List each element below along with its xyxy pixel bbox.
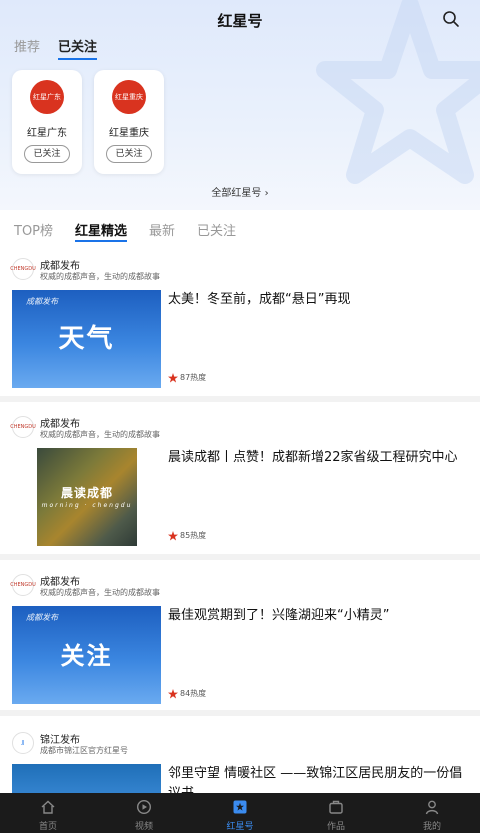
source-avatar: CHENGDU <box>10 574 36 596</box>
nav-home[interactable]: 首页 <box>0 793 96 833</box>
nav-profile[interactable]: 我的 <box>384 793 480 833</box>
all-accounts-label: 全部红星号 <box>211 188 262 199</box>
chevron-right-icon: › <box>261 188 269 199</box>
account-logo: 红星重庆 <box>112 80 146 114</box>
thumbnail-title: 关注 <box>60 642 113 670</box>
article-thumbnail: 晨读成都 morning · chengdu <box>37 448 137 546</box>
article-headline: 晨读成都丨点赞！成都新增22家省级工程研究中心 <box>168 450 458 465</box>
home-icon <box>41 800 55 814</box>
profile-icon <box>425 800 439 815</box>
nav-label: 视频 <box>134 822 153 832</box>
article-thumbnail: 成都发布 天气 <box>12 290 161 388</box>
heat-value: 87热度 <box>180 373 207 382</box>
nav-video[interactable]: 视频 <box>96 793 192 833</box>
tab-top[interactable]: TOP榜 <box>14 220 53 239</box>
video-icon <box>136 799 152 815</box>
source-desc: 权威的成都声音，生动的成都故事 <box>40 430 160 439</box>
source-name: 成都发布 <box>40 577 80 588</box>
source-avatar: JJ <box>12 732 34 754</box>
source-name: 锦江发布 <box>40 735 80 746</box>
nav-label: 红星号 <box>226 822 254 832</box>
thumbnail-title: 晨读成都 <box>60 486 113 500</box>
source-name: 成都发布 <box>40 261 80 272</box>
heat-value: 85热度 <box>180 531 207 540</box>
source-desc: 成都市锦江区官方红星号 <box>40 746 128 755</box>
bottom-nav: 首页 视频 红星号 作品 我的 <box>0 793 480 833</box>
account-card[interactable]: 红星重庆 红星重庆 已关注 <box>94 70 164 174</box>
tab-latest[interactable]: 最新 <box>149 220 175 239</box>
followed-button[interactable]: 已关注 <box>24 145 70 163</box>
article-item[interactable]: CHENGDU 成都发布 权威的成都声音，生动的成都故事 成都发布 天气 太美！… <box>0 250 480 402</box>
source-desc: 权威的成都声音，生动的成都故事 <box>40 588 160 597</box>
source-avatar: CHENGDU <box>10 258 36 280</box>
account-logo: 红星广东 <box>30 80 64 114</box>
heat-star-icon <box>168 688 178 698</box>
tab-followed[interactable]: 已关注 <box>58 36 98 60</box>
nav-redstar[interactable]: 红星号 <box>192 793 288 833</box>
account-name: 红星广东 <box>27 128 67 139</box>
heat-count: 84热度 <box>168 688 206 699</box>
source-avatar: CHENGDU <box>10 416 36 438</box>
redstar-icon <box>233 800 247 814</box>
account-card[interactable]: 红星广东 红星广东 已关注 <box>12 70 82 174</box>
thumbnail-caption: 成都发布 <box>26 613 58 622</box>
article-headline: 最佳观赏期到了！兴隆湖迎来“小精灵” <box>168 608 390 623</box>
tab-following[interactable]: 已关注 <box>197 220 236 239</box>
source-name: 成都发布 <box>40 419 80 430</box>
search-icon[interactable] <box>442 10 460 28</box>
tab-featured[interactable]: 红星精选 <box>75 220 128 242</box>
source-desc: 权威的成都声音，生动的成都故事 <box>40 272 160 281</box>
nav-label: 首页 <box>38 822 57 832</box>
title-bar: 红星号 <box>0 0 480 38</box>
nav-works[interactable]: 作品 <box>288 793 384 833</box>
heat-count: 87热度 <box>168 372 206 383</box>
nav-label: 我的 <box>422 822 441 832</box>
heat-star-icon <box>168 530 178 540</box>
all-accounts-link[interactable]: 全部红星号 › <box>0 184 480 199</box>
article-item[interactable]: CHENGDU 成都发布 权威的成都声音，生动的成都故事 成都发布 关注 最佳观… <box>0 566 480 716</box>
page-title: 红星号 <box>217 12 263 30</box>
nav-label: 作品 <box>326 822 345 832</box>
followed-accounts: 红星广东 红星广东 已关注 红星重庆 红星重庆 已关注 <box>12 70 176 174</box>
works-icon <box>329 800 343 814</box>
heat-value: 84热度 <box>180 689 207 698</box>
followed-button[interactable]: 已关注 <box>106 145 152 163</box>
article-item[interactable]: CHENGDU 成都发布 权威的成都声音，生动的成都故事 晨读成都 mornin… <box>0 408 480 560</box>
account-name: 红星重庆 <box>109 128 149 139</box>
thumbnail-caption: morning · chengdu <box>41 502 133 509</box>
top-tabs: 推荐 已关注 <box>14 36 115 60</box>
article-headline: 太美！冬至前，成都“悬日”再现 <box>168 292 351 307</box>
heat-star-icon <box>168 372 178 382</box>
sub-tabs: TOP榜 红星精选 最新 已关注 <box>14 220 258 242</box>
article-thumbnail: 成都发布 关注 <box>12 606 161 704</box>
heat-count: 85热度 <box>168 530 206 541</box>
thumbnail-title: 天气 <box>58 324 115 354</box>
article-item[interactable]: JJ 锦江发布 成都市锦江区官方红星号 邻里守望 情暖社区 ——致锦江区居民朋友… <box>0 722 480 804</box>
tab-recommend[interactable]: 推荐 <box>14 36 40 60</box>
thumbnail-caption: 成都发布 <box>26 297 58 306</box>
